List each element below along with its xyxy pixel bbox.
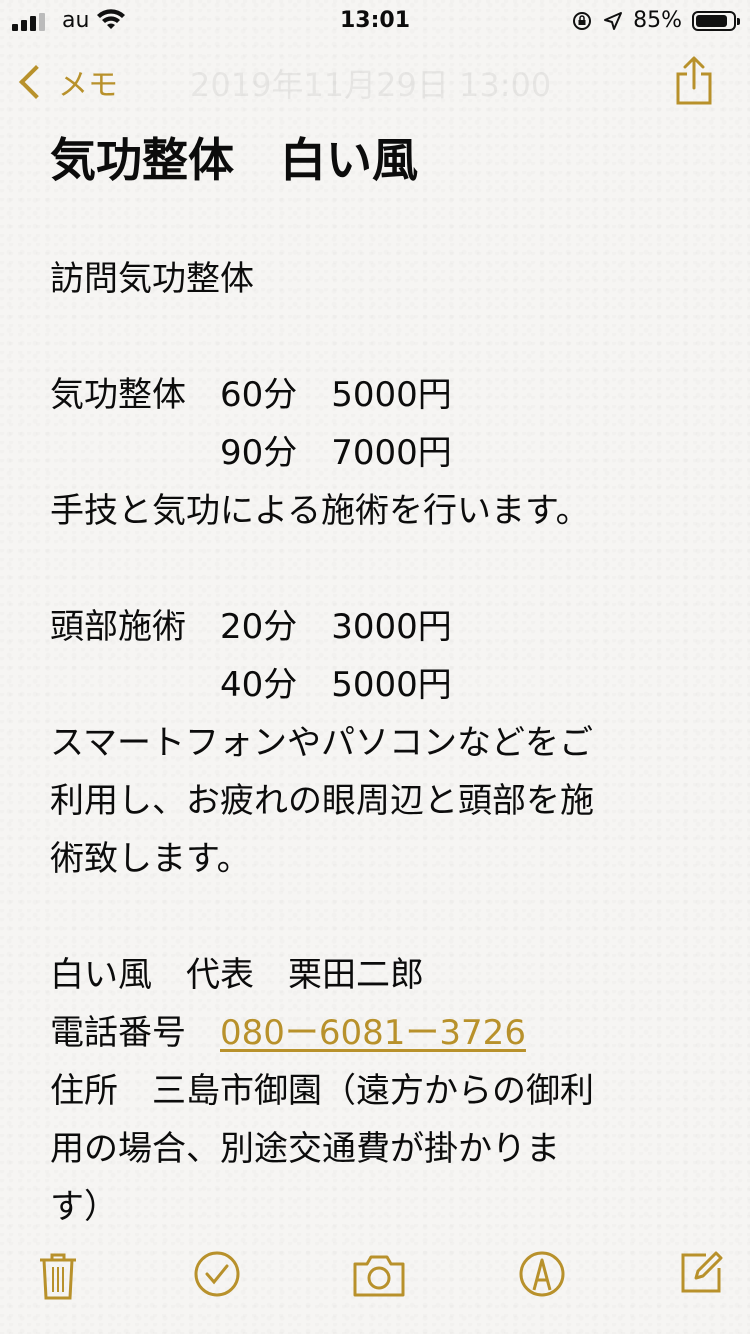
note-line bbox=[50, 888, 710, 946]
note-line: 訪問気功整体 bbox=[50, 259, 254, 299]
note-line: 利用し、お疲れの眼周辺と頭部を施 bbox=[50, 781, 594, 821]
note-line bbox=[50, 540, 710, 598]
markup-icon[interactable] bbox=[518, 1250, 566, 1298]
rotation-lock-icon bbox=[573, 11, 592, 30]
back-button[interactable]: メモ bbox=[14, 60, 118, 104]
bottom-toolbar bbox=[0, 1224, 750, 1334]
compose-icon[interactable] bbox=[678, 1250, 724, 1296]
note-line: 気功整体 60分 5000円 bbox=[50, 375, 452, 415]
address-line: 用の場合、別途交通費が掛かりま bbox=[50, 1129, 560, 1169]
status-bar: au 13:01 85% bbox=[0, 0, 750, 40]
chevron-left-icon bbox=[19, 65, 53, 99]
note-line bbox=[50, 308, 710, 366]
camera-icon[interactable] bbox=[352, 1254, 406, 1298]
note-date-ghost: 2019年11月29日 13:00 bbox=[190, 66, 552, 104]
note-line: スマートフォンやパソコンなどをご bbox=[50, 723, 593, 763]
phone-label: 電話番号 bbox=[50, 1013, 220, 1053]
note-line: 白い風 代表 栗田二郎 bbox=[50, 955, 424, 995]
address-line: 住所 三島市御園（遠方からの御利 bbox=[50, 1071, 594, 1111]
checklist-icon[interactable] bbox=[193, 1250, 241, 1298]
back-label: メモ bbox=[58, 68, 118, 103]
phone-line: 電話番号 080ー6081ー3726 bbox=[50, 1004, 710, 1062]
share-icon[interactable] bbox=[674, 56, 714, 106]
battery-percent: 85% bbox=[633, 8, 682, 33]
note-title: 気功整体 白い風 bbox=[50, 133, 418, 187]
phone-link[interactable]: 080ー6081ー3726 bbox=[220, 1013, 526, 1053]
note-line bbox=[50, 192, 710, 250]
battery-fill bbox=[696, 14, 727, 27]
note-line: 手技と気功による施術を行います。 bbox=[50, 491, 590, 531]
note-line: 術致します。 bbox=[50, 839, 251, 879]
battery-icon bbox=[692, 10, 740, 31]
note-body[interactable]: 気功整体 白い風 訪問気功整体気功整体 60分 5000円 90分 7000円手… bbox=[50, 128, 710, 1236]
note-line: 90分 7000円 bbox=[50, 433, 452, 473]
location-icon bbox=[604, 11, 623, 30]
note-line: 頭部施術 20分 3000円 bbox=[50, 607, 452, 647]
note-line: 40分 5000円 bbox=[50, 665, 452, 705]
trash-icon[interactable] bbox=[36, 1250, 80, 1302]
